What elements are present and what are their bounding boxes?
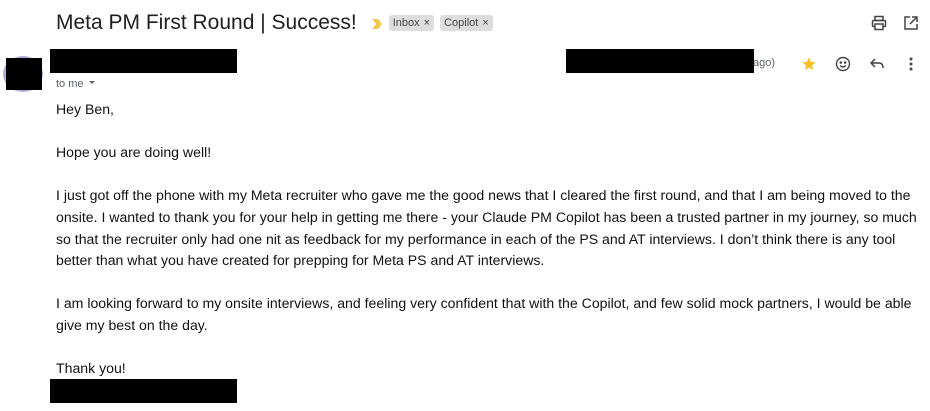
more-vert-icon[interactable]	[902, 55, 920, 73]
print-icon[interactable]	[870, 14, 888, 32]
recipient-label: to me	[56, 77, 84, 90]
subject-row: Meta PM First Round | Success! Inbox × C…	[56, 11, 493, 35]
label-chip-label: Inbox	[392, 17, 420, 29]
chevron-down-icon[interactable]	[87, 77, 97, 90]
email-subject: Meta PM First Round | Success!	[56, 11, 357, 34]
body-paragraph: I just got off the phone with my Meta re…	[56, 187, 917, 269]
importance-marker-icon[interactable]	[371, 17, 383, 29]
email-body: Hey Ben, Hope you are doing well! I just…	[56, 99, 924, 380]
closing: Thank you!	[56, 360, 126, 377]
emoji-reaction-icon[interactable]	[834, 55, 852, 73]
body-paragraph: Hope you are doing well!	[56, 144, 212, 161]
remove-label-button[interactable]: ×	[482, 17, 488, 29]
recipient-details[interactable]: to me	[56, 77, 97, 90]
remove-label-button[interactable]: ×	[424, 17, 430, 29]
reply-icon[interactable]	[868, 55, 886, 73]
open-in-new-window-icon[interactable]	[902, 14, 920, 32]
message-actions	[800, 55, 920, 73]
thread-actions	[870, 14, 920, 32]
timestamp-fragment: ago)	[753, 57, 776, 69]
redacted-timestamp	[566, 49, 754, 73]
body-paragraph: I am looking forward to my onsite interv…	[56, 295, 912, 333]
label-chip-inbox: Inbox ×	[388, 15, 435, 31]
label-chip-copilot: Copilot ×	[440, 15, 493, 31]
star-icon[interactable]	[800, 55, 818, 73]
redacted-sender-name	[50, 49, 237, 73]
redacted-signature	[50, 379, 237, 403]
greeting: Hey Ben,	[56, 101, 114, 117]
label-chip-label: Copilot	[444, 17, 479, 29]
avatar[interactable]	[6, 58, 42, 90]
